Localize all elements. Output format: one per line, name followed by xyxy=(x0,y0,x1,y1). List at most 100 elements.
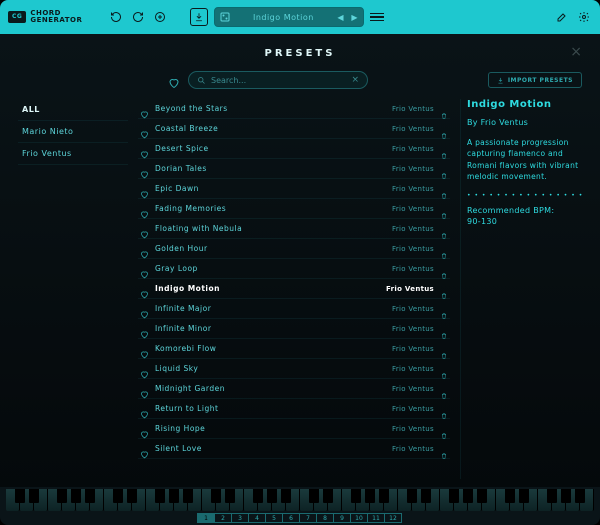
heart-icon[interactable] xyxy=(140,324,149,333)
delete-icon[interactable] xyxy=(440,245,448,253)
white-key[interactable] xyxy=(342,489,356,511)
white-key[interactable] xyxy=(384,489,398,511)
white-key[interactable] xyxy=(552,489,566,511)
white-key[interactable] xyxy=(496,489,510,511)
brush-button[interactable] xyxy=(554,9,570,25)
white-key[interactable] xyxy=(20,489,34,511)
white-key[interactable] xyxy=(216,489,230,511)
preset-row[interactable]: Desert SpiceFrio Ventus xyxy=(138,139,450,159)
white-key[interactable] xyxy=(468,489,482,511)
heart-icon[interactable] xyxy=(140,204,149,213)
heart-icon[interactable] xyxy=(140,264,149,273)
add-button[interactable] xyxy=(152,9,168,25)
page-button[interactable]: 8 xyxy=(316,513,334,523)
white-key[interactable] xyxy=(580,489,594,511)
white-key[interactable] xyxy=(510,489,524,511)
piano-keyboard[interactable]: 123456789101112 xyxy=(0,487,600,525)
preset-row[interactable]: Return to LightFrio Ventus xyxy=(138,399,450,419)
white-key[interactable] xyxy=(524,489,538,511)
preset-row[interactable]: Indigo MotionFrio Ventus xyxy=(138,279,450,299)
white-key[interactable] xyxy=(440,489,454,511)
clear-search-button[interactable]: × xyxy=(351,75,359,85)
page-button[interactable]: 10 xyxy=(350,513,368,523)
preset-row[interactable]: Dorian TalesFrio Ventus xyxy=(138,159,450,179)
heart-icon[interactable] xyxy=(140,124,149,133)
preset-row[interactable]: Epic DawnFrio Ventus xyxy=(138,179,450,199)
delete-icon[interactable] xyxy=(440,385,448,393)
preset-row[interactable]: Silent LoveFrio Ventus xyxy=(138,439,450,459)
heart-icon[interactable] xyxy=(140,304,149,313)
delete-icon[interactable] xyxy=(440,365,448,373)
white-key[interactable] xyxy=(76,489,90,511)
white-key[interactable] xyxy=(258,489,272,511)
menu-button[interactable] xyxy=(370,13,384,22)
preset-row[interactable]: Coastal BreezeFrio Ventus xyxy=(138,119,450,139)
white-key[interactable] xyxy=(34,489,48,511)
delete-icon[interactable] xyxy=(440,185,448,193)
heart-icon[interactable] xyxy=(140,284,149,293)
page-button[interactable]: 2 xyxy=(214,513,232,523)
page-button[interactable]: 12 xyxy=(384,513,402,523)
preset-row[interactable]: Floating with NebulaFrio Ventus xyxy=(138,219,450,239)
page-button[interactable]: 9 xyxy=(333,513,351,523)
favorites-filter[interactable] xyxy=(168,74,180,86)
white-key[interactable] xyxy=(146,489,160,511)
heart-icon[interactable] xyxy=(140,364,149,373)
white-key[interactable] xyxy=(104,489,118,511)
page-button[interactable]: 3 xyxy=(231,513,249,523)
white-key[interactable] xyxy=(132,489,146,511)
white-key[interactable] xyxy=(370,489,384,511)
heart-icon[interactable] xyxy=(140,164,149,173)
white-key[interactable] xyxy=(286,489,300,511)
preset-row[interactable]: Midnight GardenFrio Ventus xyxy=(138,379,450,399)
delete-icon[interactable] xyxy=(440,425,448,433)
white-key[interactable] xyxy=(482,489,496,511)
delete-icon[interactable] xyxy=(440,145,448,153)
author-item[interactable]: Frio Ventus xyxy=(18,143,128,165)
delete-icon[interactable] xyxy=(440,345,448,353)
white-key[interactable] xyxy=(160,489,174,511)
white-key[interactable] xyxy=(188,489,202,511)
redo-button[interactable] xyxy=(130,9,146,25)
white-key[interactable] xyxy=(538,489,552,511)
preset-row[interactable]: Beyond the StarsFrio Ventus xyxy=(138,99,450,119)
delete-icon[interactable] xyxy=(440,285,448,293)
white-key[interactable] xyxy=(412,489,426,511)
author-item[interactable]: ALL xyxy=(18,99,128,121)
heart-icon[interactable] xyxy=(140,444,149,453)
heart-icon[interactable] xyxy=(140,384,149,393)
preset-row[interactable]: Gray LoopFrio Ventus xyxy=(138,259,450,279)
white-key[interactable] xyxy=(202,489,216,511)
preset-display[interactable]: Indigo Motion ◀ ▶ xyxy=(214,7,364,27)
search-input[interactable]: Search... × xyxy=(188,71,368,89)
next-preset-button[interactable]: ▶ xyxy=(349,13,359,22)
delete-icon[interactable] xyxy=(440,265,448,273)
white-key[interactable] xyxy=(272,489,286,511)
white-key[interactable] xyxy=(454,489,468,511)
page-button[interactable]: 6 xyxy=(282,513,300,523)
delete-icon[interactable] xyxy=(440,445,448,453)
delete-icon[interactable] xyxy=(440,405,448,413)
prev-preset-button[interactable]: ◀ xyxy=(335,13,345,22)
preset-row[interactable]: Fading MemoriesFrio Ventus xyxy=(138,199,450,219)
delete-icon[interactable] xyxy=(440,165,448,173)
preset-row[interactable]: Komorebi FlowFrio Ventus xyxy=(138,339,450,359)
white-key[interactable] xyxy=(48,489,62,511)
heart-icon[interactable] xyxy=(140,104,149,113)
preset-row[interactable]: Golden HourFrio Ventus xyxy=(138,239,450,259)
white-key[interactable] xyxy=(62,489,76,511)
delete-icon[interactable] xyxy=(440,205,448,213)
white-key[interactable] xyxy=(328,489,342,511)
page-button[interactable]: 4 xyxy=(248,513,266,523)
heart-icon[interactable] xyxy=(140,184,149,193)
white-key[interactable] xyxy=(230,489,244,511)
heart-icon[interactable] xyxy=(140,144,149,153)
heart-icon[interactable] xyxy=(140,244,149,253)
white-key[interactable] xyxy=(314,489,328,511)
preset-row[interactable]: Liquid SkyFrio Ventus xyxy=(138,359,450,379)
close-button[interactable]: × xyxy=(570,44,582,60)
delete-icon[interactable] xyxy=(440,105,448,113)
page-button[interactable]: 11 xyxy=(367,513,385,523)
white-key[interactable] xyxy=(356,489,370,511)
delete-icon[interactable] xyxy=(440,325,448,333)
